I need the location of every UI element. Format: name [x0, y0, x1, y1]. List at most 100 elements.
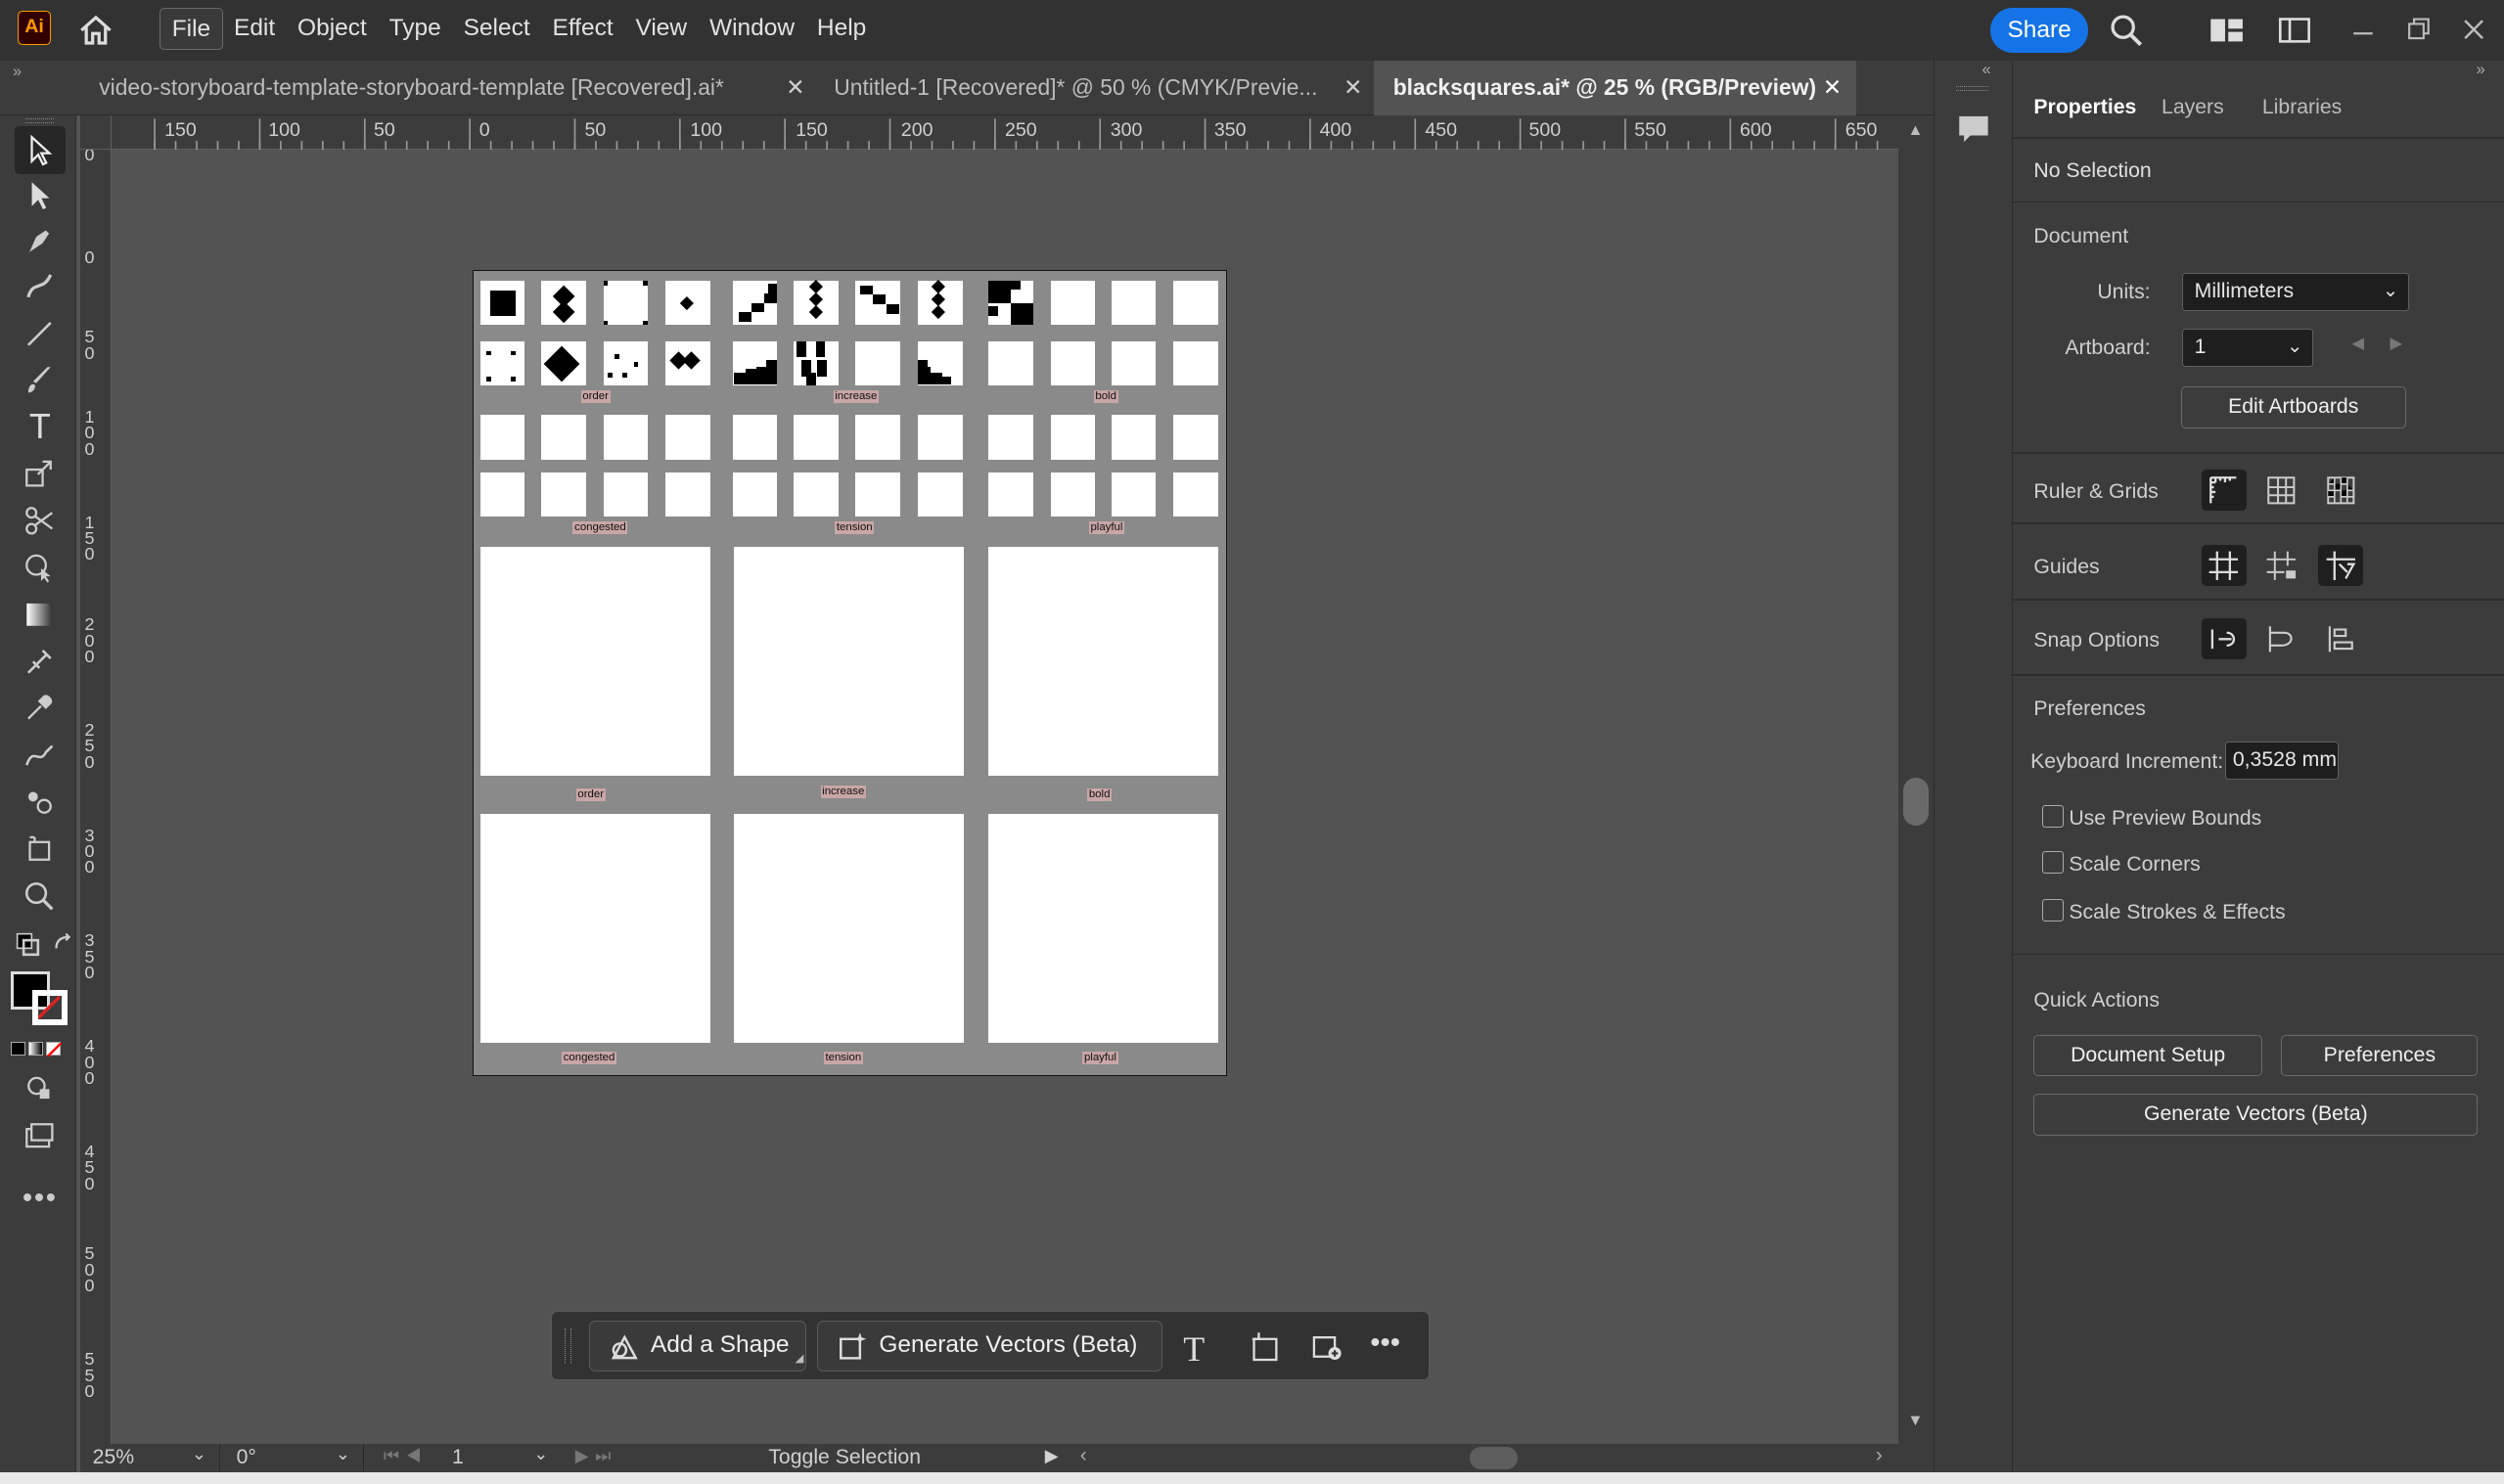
paintbrush-tool-icon[interactable] — [20, 361, 61, 399]
scale-strokes-checkbox[interactable] — [2041, 899, 2065, 922]
small-square[interactable] — [1173, 414, 1219, 460]
small-square[interactable] — [793, 472, 839, 517]
snap-to-pixel-icon[interactable] — [2259, 618, 2304, 659]
artboard-icon[interactable] — [1248, 1329, 1283, 1372]
close-icon[interactable] — [2457, 13, 2492, 48]
more-options-icon[interactable]: ••• — [1370, 1327, 1400, 1360]
tab-video-storyboard[interactable]: video-storyboard-template-storyboard-tem… — [80, 61, 783, 115]
color-mode-icons[interactable] — [11, 1041, 62, 1057]
black-shape[interactable] — [1010, 280, 1021, 291]
small-square[interactable] — [665, 472, 710, 517]
big-square-playful[interactable] — [987, 814, 1219, 1043]
small-square[interactable] — [918, 414, 963, 460]
restore-icon[interactable] — [2401, 13, 2436, 48]
artboard-nav-next-icons[interactable]: ▶⏭ — [575, 1446, 617, 1466]
eyedropper-tool-icon[interactable] — [20, 689, 61, 727]
show-guides-icon[interactable] — [2201, 544, 2247, 587]
black-shape[interactable] — [603, 280, 609, 286]
tab-layers[interactable]: Layers — [2162, 96, 2224, 119]
transparency-grid-icon[interactable] — [2318, 470, 2363, 511]
black-shape[interactable] — [987, 305, 998, 316]
black-shape[interactable] — [767, 283, 778, 293]
black-shape[interactable] — [817, 360, 828, 377]
small-square[interactable] — [479, 472, 525, 517]
type-tool-icon[interactable]: T — [20, 406, 61, 446]
snap-to-glyph-icon[interactable] — [2318, 618, 2363, 659]
small-square[interactable] — [987, 472, 1033, 517]
small-square[interactable] — [1173, 340, 1219, 386]
menu-view[interactable]: View — [624, 8, 698, 49]
black-shape[interactable] — [797, 340, 806, 358]
toolbar-grip[interactable] — [25, 117, 55, 123]
black-shape[interactable] — [931, 373, 942, 384]
mesh-tool-icon[interactable] — [20, 642, 61, 680]
small-square[interactable] — [987, 340, 1033, 386]
black-shape[interactable] — [614, 353, 619, 359]
shape-builder-tool-icon[interactable] — [20, 548, 61, 586]
small-square[interactable] — [918, 472, 963, 517]
scroll-up-icon[interactable]: ▲ — [1907, 121, 1923, 140]
small-square[interactable] — [855, 414, 901, 460]
black-shape[interactable] — [510, 376, 516, 382]
small-square[interactable] — [1050, 414, 1096, 460]
black-shape[interactable] — [734, 373, 746, 384]
stroke-swatch[interactable] — [31, 990, 68, 1026]
black-shape[interactable] — [764, 292, 778, 303]
next-artboard-icon[interactable]: ▶ — [2390, 334, 2403, 353]
scroll-down-icon[interactable]: ▼ — [1907, 1412, 1923, 1430]
small-square[interactable] — [1111, 340, 1157, 386]
screen-mode-icon[interactable] — [20, 1116, 61, 1154]
artboard-nav-prev-icons[interactable]: ⏮◀ — [384, 1446, 428, 1466]
small-square[interactable] — [1111, 414, 1157, 460]
black-shape[interactable] — [486, 350, 492, 356]
expand-panel-icon[interactable]: » — [2477, 61, 2485, 79]
scroll-right-icon[interactable]: › — [1876, 1444, 1883, 1467]
swap-fill-stroke-icon[interactable] — [41, 926, 82, 965]
share-button[interactable]: Share — [1990, 8, 2088, 53]
artboard[interactable]: order increase bold congested tension pl… — [473, 269, 1227, 1077]
taskbar-grip[interactable] — [565, 1327, 571, 1364]
generate-vectors-button[interactable]: Generate Vectors (Beta) — [817, 1320, 1162, 1372]
generate-vectors-panel-button[interactable]: Generate Vectors (Beta) — [2033, 1094, 2479, 1136]
document-setup-button[interactable]: Document Setup — [2033, 1034, 2262, 1077]
place-image-icon[interactable] — [1309, 1329, 1344, 1372]
status-mode[interactable]: Toggle Selection — [768, 1446, 921, 1469]
black-shape[interactable] — [886, 304, 899, 314]
black-shape[interactable] — [643, 320, 649, 326]
curvature-tool-icon[interactable] — [20, 267, 61, 305]
black-shape[interactable] — [739, 312, 752, 323]
tab-properties[interactable]: Properties — [2033, 96, 2136, 119]
pen-tool-icon[interactable] — [20, 220, 61, 258]
collapse-toolbar-icon[interactable]: » — [13, 63, 22, 81]
scroll-left-icon[interactable]: ‹ — [1080, 1444, 1087, 1467]
menu-edit[interactable]: Edit — [223, 8, 287, 49]
small-square[interactable] — [732, 414, 778, 460]
menu-effect[interactable]: Effect — [541, 8, 624, 49]
small-square[interactable] — [793, 414, 839, 460]
home-icon[interactable] — [78, 13, 114, 48]
h-scroll-thumb[interactable] — [1470, 1447, 1519, 1470]
black-shape[interactable] — [603, 320, 609, 326]
small-square[interactable] — [603, 280, 649, 326]
vertical-ruler[interactable]: 0 0 5 0 1 0 0 1 5 0 2 0 0 2 5 0 3 0 0 3 … — [79, 114, 113, 1444]
tab-close-icon[interactable]: ✕ — [1343, 61, 1362, 115]
black-shape[interactable] — [489, 290, 516, 316]
search-icon[interactable] — [2109, 13, 2144, 48]
scale-corners-checkbox[interactable] — [2041, 851, 2065, 875]
keyboard-increment-input[interactable]: 0,3528 mm — [2225, 741, 2340, 780]
small-square[interactable] — [479, 414, 525, 460]
grid-icon[interactable] — [2259, 470, 2304, 511]
tab-close-icon[interactable]: ✕ — [1823, 61, 1842, 115]
scale-tool-icon[interactable] — [20, 454, 61, 492]
big-square-congested[interactable] — [479, 814, 710, 1043]
arrange-documents-icon[interactable] — [2277, 13, 2312, 48]
artboard-number-dropdown[interactable]: 1 ⌄ — [444, 1444, 556, 1472]
small-square[interactable] — [855, 340, 901, 386]
selection-tool-icon[interactable] — [14, 125, 66, 174]
use-preview-bounds-checkbox[interactable] — [2041, 804, 2065, 828]
comments-icon[interactable] — [1956, 112, 1991, 154]
black-shape[interactable] — [860, 285, 874, 295]
big-square-bold[interactable] — [987, 547, 1219, 776]
small-square[interactable] — [1111, 280, 1157, 326]
small-square[interactable] — [1111, 472, 1157, 517]
